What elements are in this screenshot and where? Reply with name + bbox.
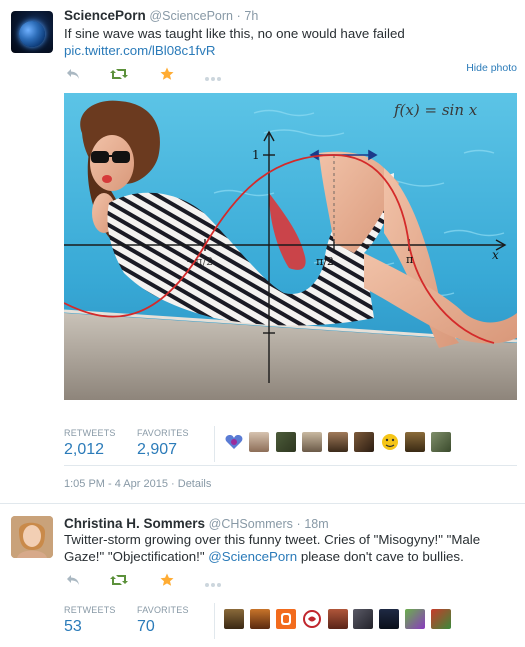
favoriter-avatar[interactable] bbox=[276, 432, 296, 452]
photo-x-label: x bbox=[492, 248, 499, 262]
tweet-header: SciencePorn @SciencePorn · 7h bbox=[64, 8, 258, 23]
stats-divider bbox=[214, 603, 215, 639]
tweet-stats: RETWEETS 2,012 FAVORITES 2,907 bbox=[64, 428, 234, 464]
favorites-stat[interactable]: FAVORITES 70 bbox=[137, 605, 189, 636]
retweets-label: RETWEETS bbox=[64, 428, 116, 438]
author-handle[interactable]: @CHSommers bbox=[209, 517, 293, 531]
favoriter-avatar[interactable] bbox=[328, 432, 348, 452]
favoriter-avatars bbox=[224, 432, 454, 452]
details-divider bbox=[64, 465, 517, 466]
favoriter-avatars bbox=[224, 609, 456, 629]
favoriter-avatar[interactable] bbox=[328, 609, 348, 629]
favorites-count: 70 bbox=[137, 618, 155, 635]
favoriter-avatar[interactable] bbox=[354, 432, 374, 452]
tweet-stats: RETWEETS 53 FAVORITES 70 bbox=[64, 605, 234, 641]
avatar[interactable] bbox=[11, 516, 53, 558]
tweet-text-line: If sine wave was taught like this, no on… bbox=[64, 26, 405, 41]
reply-icon[interactable] bbox=[66, 573, 80, 585]
avatar[interactable] bbox=[11, 11, 53, 53]
favorites-label: FAVORITES bbox=[137, 428, 189, 438]
tweet-header: Christina H. Sommers @CHSommers · 18m bbox=[64, 516, 329, 531]
retweets-stat[interactable]: RETWEETS 53 bbox=[64, 605, 116, 636]
tweet-actions bbox=[64, 573, 224, 587]
photo-neg-half-pi-label: −π/2 bbox=[186, 255, 213, 268]
photo-illustration: f(x) = sin x 1 π/2 π x −π/2 bbox=[64, 93, 517, 400]
favorite-icon[interactable] bbox=[160, 67, 174, 81]
favoriter-avatar[interactable] bbox=[249, 432, 269, 452]
favoriter-avatar[interactable] bbox=[431, 432, 451, 452]
tweet-timestamp[interactable]: 18m bbox=[304, 517, 328, 531]
tweet-expanded: SciencePorn @SciencePorn · 7h If sine wa… bbox=[0, 0, 525, 503]
photo-y-label: 1 bbox=[252, 148, 260, 162]
more-icon[interactable] bbox=[204, 70, 222, 81]
favoriter-avatar[interactable] bbox=[431, 609, 451, 629]
tweet-timestamp[interactable]: 7h bbox=[244, 9, 258, 23]
favoriter-avatar[interactable] bbox=[353, 609, 373, 629]
favoriter-avatar[interactable] bbox=[379, 609, 399, 629]
tweet-text-line: Twitter-storm growing over this funny tw… bbox=[64, 532, 481, 547]
details-link[interactable]: Details bbox=[178, 478, 212, 490]
tweet-photo[interactable]: f(x) = sin x 1 π/2 π x −π/2 bbox=[64, 93, 517, 400]
tweet-footer: 1:05 PM - 4 Apr 2015 · Details bbox=[64, 478, 211, 490]
favoriter-avatar[interactable] bbox=[302, 609, 322, 629]
photo-link[interactable]: pic.twitter.com/lBl08c1fvR bbox=[64, 43, 216, 58]
favorites-label: FAVORITES bbox=[137, 605, 189, 615]
stats-divider bbox=[214, 426, 215, 462]
favoriter-avatar[interactable] bbox=[224, 609, 244, 629]
separator: · bbox=[236, 9, 241, 23]
favorites-stat[interactable]: FAVORITES 2,907 bbox=[137, 428, 189, 459]
favoriter-avatar[interactable] bbox=[380, 432, 400, 452]
favoriter-avatar[interactable] bbox=[302, 432, 322, 452]
more-icon[interactable] bbox=[204, 576, 222, 587]
retweets-count: 2,012 bbox=[64, 441, 105, 458]
favoriter-avatar[interactable] bbox=[250, 609, 270, 629]
favorites-count: 2,907 bbox=[137, 441, 178, 458]
retweets-stat[interactable]: RETWEETS 2,012 bbox=[64, 428, 116, 459]
tweet-text: Twitter-storm growing over this funny tw… bbox=[64, 532, 514, 565]
retweets-label: RETWEETS bbox=[64, 605, 116, 615]
photo-half-pi-label: π/2 bbox=[316, 255, 334, 268]
author-name[interactable]: SciencePorn bbox=[64, 8, 146, 23]
tweet-text-segment: please don't cave to bullies. bbox=[297, 549, 464, 564]
reply-icon[interactable] bbox=[66, 67, 80, 79]
photo-formula-label: f(x) = sin x bbox=[393, 101, 478, 119]
favoriter-avatar[interactable] bbox=[405, 432, 425, 452]
retweet-icon[interactable] bbox=[110, 573, 128, 585]
favoriter-avatar[interactable] bbox=[405, 609, 425, 629]
tweet-actions bbox=[64, 67, 224, 81]
separator: · bbox=[171, 478, 175, 490]
retweet-icon[interactable] bbox=[110, 67, 128, 79]
hide-photo-link[interactable]: Hide photo bbox=[466, 62, 517, 74]
photo-pi-label: π bbox=[406, 253, 413, 266]
separator: · bbox=[296, 517, 301, 531]
retweets-count: 53 bbox=[64, 618, 82, 635]
favoriter-avatar[interactable] bbox=[276, 609, 296, 629]
tweet-text-segment: Gaze!" "Objectification!" bbox=[64, 549, 209, 564]
favorite-icon[interactable] bbox=[160, 573, 174, 587]
author-handle[interactable]: @SciencePorn bbox=[149, 9, 233, 23]
favoriter-avatar[interactable] bbox=[224, 432, 244, 452]
author-name[interactable]: Christina H. Sommers bbox=[64, 516, 205, 531]
tweet-separator bbox=[0, 503, 525, 504]
posted-timestamp: 1:05 PM - 4 Apr 2015 bbox=[64, 478, 168, 490]
mention-link[interactable]: @SciencePorn bbox=[208, 549, 297, 564]
tweet-text: If sine wave was taught like this, no on… bbox=[64, 26, 405, 59]
